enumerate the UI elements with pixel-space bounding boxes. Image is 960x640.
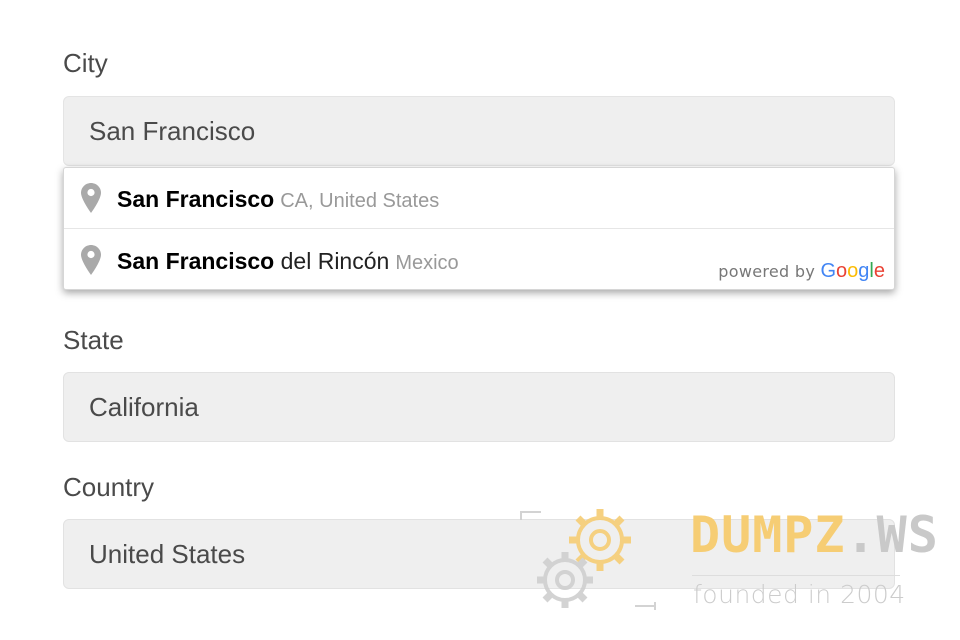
state-label: State [63, 325, 124, 355]
suggestion-match: San Francisco [117, 186, 275, 212]
watermark-brand-name: DUMPZ [690, 506, 846, 564]
autocomplete-suggestion[interactable]: San Francisco CA, United States [64, 168, 894, 229]
watermark-brand: DUMPZ.WS [690, 506, 939, 564]
city-label: City [63, 48, 108, 78]
map-pin-icon [81, 183, 101, 213]
gears-icon [520, 509, 656, 610]
suggestion-text: San Francisco CA, United States [117, 168, 439, 234]
google-logo: Google [820, 260, 885, 282]
powered-by-google: powered by Google [718, 260, 885, 283]
autocomplete-dropdown: San Francisco CA, United States San Franc… [63, 167, 895, 290]
suggestion-secondary: Mexico [395, 252, 459, 274]
powered-by-text: powered by [718, 262, 816, 281]
watermark-tagline: founded in 2004 [693, 580, 906, 609]
suggestion-match: San Francisco [117, 248, 275, 274]
country-label: Country [63, 472, 155, 502]
state-input[interactable] [63, 372, 895, 442]
city-input[interactable] [63, 96, 895, 166]
suggestion-rest: del Rincón [274, 248, 390, 274]
watermark-brand-domain: .WS [845, 506, 939, 564]
watermark-divider [692, 575, 900, 576]
suggestion-secondary: CA, United States [280, 190, 440, 212]
suggestion-text: San Francisco del Rincón Mexico [117, 230, 459, 296]
map-pin-icon [81, 245, 101, 275]
